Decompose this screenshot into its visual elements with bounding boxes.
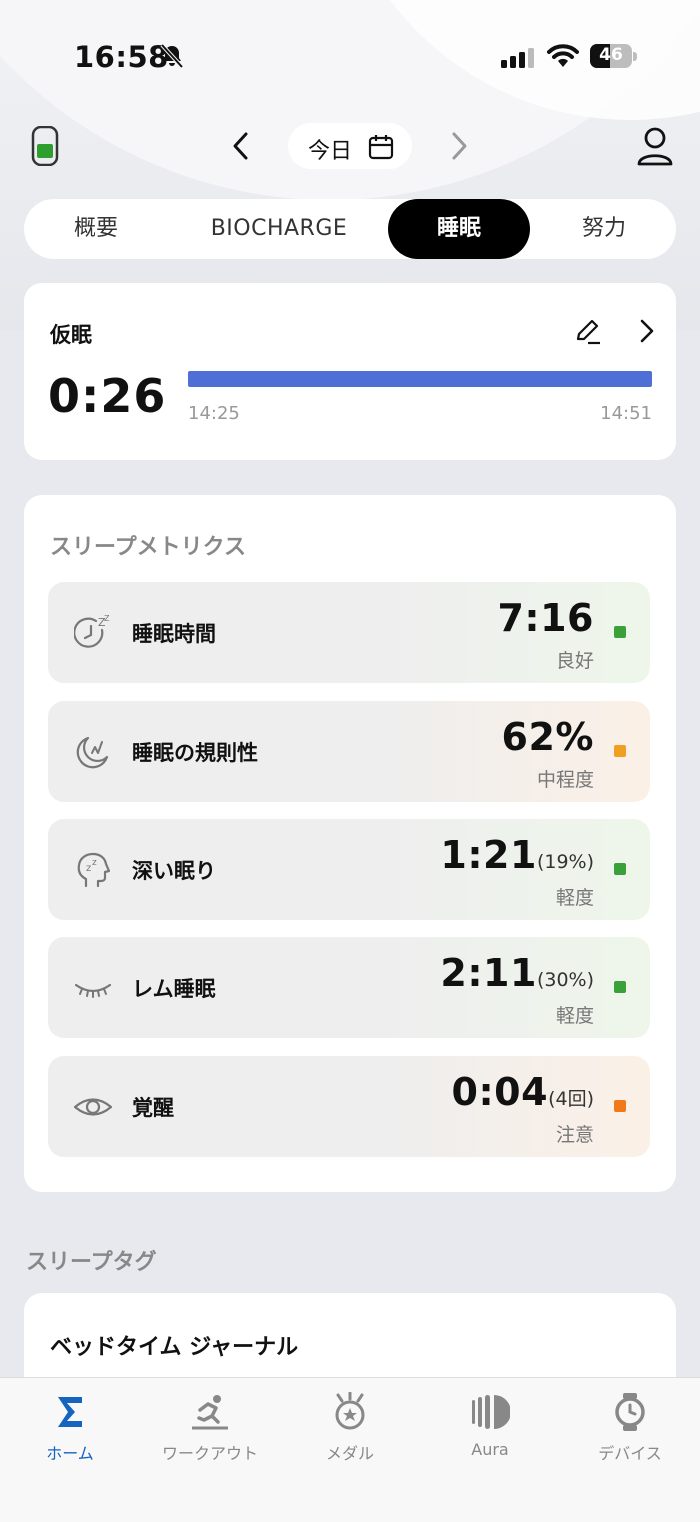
tab-sleep[interactable]: 睡眠 xyxy=(388,199,530,259)
edit-icon[interactable] xyxy=(574,317,602,345)
battery-level: 46 xyxy=(599,45,623,65)
tab-overview[interactable]: 概要 xyxy=(24,199,168,259)
watch-icon xyxy=(615,1393,645,1431)
date-label: 今日 xyxy=(308,139,353,164)
aura-icon xyxy=(472,1395,510,1429)
metric-value: 0:04 xyxy=(451,1070,549,1114)
metric-label: 深い眠り xyxy=(132,859,216,883)
status-dot-good xyxy=(614,981,626,993)
nav-workout[interactable]: ワークアウト xyxy=(140,1378,280,1478)
metric-status: 軽度 xyxy=(555,887,594,909)
chevron-left-icon[interactable] xyxy=(226,128,256,164)
sleep-duration-icon: Z Z xyxy=(74,614,110,648)
status-bar: 16:58 46 xyxy=(0,0,700,110)
nap-timeline-bar xyxy=(188,371,652,387)
svg-text:z: z xyxy=(86,863,91,874)
date-selector[interactable]: 今日 xyxy=(288,123,412,169)
metric-value: 2:11 xyxy=(440,951,537,995)
status-dot-good xyxy=(614,626,626,638)
svg-text:z: z xyxy=(92,858,97,868)
runner-icon xyxy=(192,1395,228,1430)
nap-card[interactable]: 仮眠 0:26 14:25 14:51 xyxy=(24,283,676,460)
metric-value-group: 2:11(30%) xyxy=(440,951,594,995)
metric-status: 注意 xyxy=(555,1124,594,1146)
device-battery-icon[interactable] xyxy=(30,126,60,166)
metric-label: 睡眠の規則性 xyxy=(132,741,258,765)
nav-devices[interactable]: デバイス xyxy=(560,1378,700,1478)
closed-eye-icon xyxy=(74,983,112,998)
status-dot-caution xyxy=(614,1100,626,1112)
metric-value-group: 1:21(19%) xyxy=(440,833,594,877)
head-zzz-icon: z z xyxy=(77,852,111,888)
svg-text:Z: Z xyxy=(104,614,110,623)
metric-value-group: 62% xyxy=(502,715,594,759)
status-time: 16:58 xyxy=(74,40,169,74)
metric-label: レム睡眠 xyxy=(132,977,216,1001)
section-tabs: 概要 BIOCHARGE 睡眠 努力 xyxy=(24,199,676,259)
nap-title: 仮眠 xyxy=(50,323,92,347)
medal-icon xyxy=(335,1392,365,1430)
metric-value: 1:21 xyxy=(440,833,537,877)
metric-sleep-regularity[interactable]: 睡眠の規則性 62% 中程度 xyxy=(48,701,650,802)
bell-muted-icon xyxy=(160,43,184,69)
status-dot-good xyxy=(614,863,626,875)
nav-label: メダル xyxy=(325,1444,374,1463)
nav-aura[interactable]: Aura xyxy=(420,1378,560,1478)
metric-extra: (4回) xyxy=(548,1088,594,1110)
nav-medals[interactable]: メダル xyxy=(280,1378,420,1478)
sigma-icon xyxy=(58,1397,82,1427)
calendar-icon xyxy=(368,135,394,160)
sleep-metrics-card: スリープメトリクス Z Z 睡眠時間 7:16 良好 睡眠の規則性 62% 中程… xyxy=(24,495,676,1192)
nap-start-time: 14:25 xyxy=(188,403,240,424)
metric-label: 覚醒 xyxy=(132,1096,174,1120)
metric-value-group: 0:04(4回) xyxy=(452,1070,594,1114)
metric-value-group: 7:16 xyxy=(497,596,594,640)
moon-star-icon xyxy=(76,736,109,769)
metric-deep-sleep[interactable]: z z 深い眠り 1:21(19%) 軽度 xyxy=(48,819,650,920)
metric-extra: (19%) xyxy=(536,851,594,873)
bottom-navigation: ホーム ワークアウト メダル Aura デバイス xyxy=(0,1377,700,1522)
battery-indicator: 46 xyxy=(590,44,638,70)
nav-label: デバイス xyxy=(598,1444,662,1463)
metric-status: 軽度 xyxy=(555,1005,594,1027)
chevron-right-icon[interactable] xyxy=(444,128,474,164)
nav-home[interactable]: ホーム xyxy=(0,1378,140,1478)
journal-title: ベッドタイム ジャーナル xyxy=(50,1335,299,1360)
nap-duration: 0:26 xyxy=(48,369,167,423)
metric-awake[interactable]: 覚醒 0:04(4回) 注意 xyxy=(48,1056,650,1157)
nav-label: ホーム xyxy=(46,1444,94,1463)
metric-status: 良好 xyxy=(555,650,594,672)
status-dot-moderate xyxy=(614,745,626,757)
metric-rem-sleep[interactable]: レム睡眠 2:11(30%) 軽度 xyxy=(48,937,650,1038)
chevron-right-icon[interactable] xyxy=(636,317,658,345)
tab-biocharge[interactable]: BIOCHARGE xyxy=(184,199,374,259)
nav-label: Aura xyxy=(471,1440,509,1459)
tab-effort[interactable]: 努力 xyxy=(544,199,664,259)
metric-value: 7:16 xyxy=(497,596,594,640)
metric-status: 中程度 xyxy=(536,769,594,791)
metric-value: 62% xyxy=(501,715,594,759)
nav-label: ワークアウト xyxy=(161,1444,258,1463)
wifi-icon xyxy=(547,44,579,67)
metric-label: 睡眠時間 xyxy=(132,622,216,646)
cellular-signal-icon xyxy=(501,48,534,68)
metrics-title: スリープメトリクス xyxy=(50,535,247,560)
sleep-tags-title: スリープタグ xyxy=(26,1250,157,1275)
metric-extra: (30%) xyxy=(536,969,594,991)
eye-icon xyxy=(74,1098,112,1116)
metric-sleep-duration[interactable]: Z Z 睡眠時間 7:16 良好 xyxy=(48,582,650,683)
nap-end-time: 14:51 xyxy=(600,403,652,424)
profile-icon[interactable] xyxy=(636,126,674,166)
